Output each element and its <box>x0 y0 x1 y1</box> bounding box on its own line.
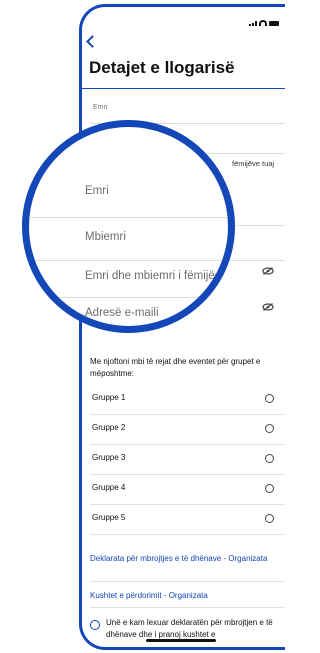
notify-text: Me njoftoni mbi të rejat dhe eventet për… <box>90 357 261 378</box>
field-divider <box>29 297 228 298</box>
link-divider <box>90 581 285 582</box>
eye-off-icon[interactable] <box>262 267 274 275</box>
field-divider <box>29 217 228 218</box>
eye-off-icon[interactable] <box>262 303 274 311</box>
terms-link[interactable]: Kushtet e përdorimit - Organizata <box>90 590 208 602</box>
field-divider <box>29 260 228 261</box>
group-radio[interactable] <box>265 454 274 463</box>
magnifier-overlay: Emri Mbiemri Emri dhe mbiemri i fëmijës … <box>22 120 235 333</box>
status-bar <box>249 20 279 26</box>
wifi-icon <box>259 20 267 26</box>
group-label: Gruppe 3 <box>92 453 126 462</box>
privacy-link[interactable]: Deklarata për mbrojtjes e të dhënave - O… <box>90 553 270 565</box>
group-radio[interactable] <box>265 484 274 493</box>
list-item[interactable]: Gruppe 5 <box>90 505 285 535</box>
battery-icon <box>269 21 279 26</box>
children-name-field[interactable]: Emri dhe mbiemri i fëmijës <box>85 270 220 282</box>
children-field-fragment: fëmijëve tuaj <box>232 159 275 168</box>
last-name-field[interactable]: Mbiemri <box>85 231 126 243</box>
chevron-left-icon[interactable] <box>86 35 99 48</box>
header-divider <box>82 88 285 89</box>
group-label: Gruppe 2 <box>92 423 126 432</box>
signal-icon <box>249 21 257 26</box>
consent-text: Unë e kam lexuar deklaratën për mbrojtje… <box>106 618 273 639</box>
group-label: Gruppe 4 <box>92 483 126 492</box>
home-indicator <box>146 639 216 642</box>
consent-radio[interactable] <box>90 620 100 630</box>
group-label: Gruppe 5 <box>92 513 126 522</box>
group-radio[interactable] <box>265 394 274 403</box>
list-item[interactable]: Gruppe 1 <box>90 385 285 415</box>
first-name-field[interactable]: Emri <box>85 185 109 197</box>
list-item[interactable]: Gruppe 2 <box>90 415 285 445</box>
email-field[interactable]: Adresë e-maili <box>85 307 159 319</box>
group-label: Gruppe 1 <box>92 393 126 402</box>
list-item[interactable]: Gruppe 4 <box>90 475 285 505</box>
list-item[interactable]: Gruppe 3 <box>90 445 285 475</box>
link-divider <box>90 607 285 608</box>
group-radio[interactable] <box>265 424 274 433</box>
page-title: Detajet e llogarisë <box>89 58 235 77</box>
group-radio[interactable] <box>265 514 274 523</box>
first-name-field-small[interactable]: Emri <box>93 104 107 111</box>
